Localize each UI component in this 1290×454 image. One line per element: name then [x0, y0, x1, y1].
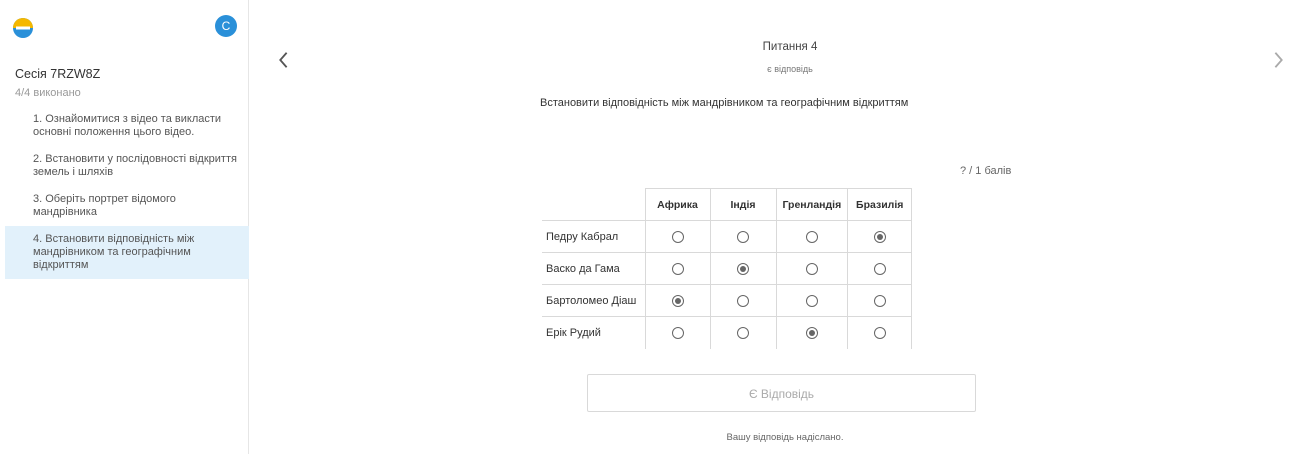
table-row: Педру Кабрал — [542, 220, 913, 253]
app-logo-icon[interactable] — [12, 17, 34, 39]
sidebar: C Сесія 7RZW8Z 4/4 виконано 1. Ознайомит… — [0, 0, 249, 454]
task-list: 1. Ознайомитися з відео та викласти осно… — [5, 106, 249, 279]
radio-button[interactable] — [671, 294, 684, 307]
table-corner — [542, 188, 646, 221]
task-label: 3. Оберіть портрет відомого мандрівника — [33, 193, 176, 218]
column-header: Бразилія — [847, 188, 913, 221]
session-title: Сесія 7RZW8Z — [15, 67, 101, 81]
answer-button[interactable]: Є Відповідь — [587, 374, 976, 412]
table-row: Васко да Гама — [542, 252, 913, 285]
radio-button[interactable] — [737, 294, 749, 307]
task-label: 1. Ознайомитися з відео та викласти осно… — [33, 113, 222, 138]
radio-button[interactable] — [671, 230, 684, 243]
row-label: Бартоломео Діаш — [542, 284, 646, 317]
radio-button[interactable] — [737, 262, 749, 275]
radio-button[interactable] — [873, 262, 886, 275]
score-label: ? / 1 балів — [960, 165, 1012, 177]
chevron-left-icon[interactable] — [276, 50, 290, 70]
column-header: Африка — [644, 188, 711, 221]
table-row: Бартоломео Діаш — [542, 284, 913, 317]
table-row: Ерік Рудий — [542, 316, 913, 349]
radio-button[interactable] — [671, 326, 684, 339]
question-text: Встановити відповідність між мандрівнико… — [540, 97, 909, 109]
radio-button[interactable] — [805, 294, 818, 307]
radio-button[interactable] — [805, 262, 818, 275]
column-header: Індія — [709, 188, 777, 221]
radio-button[interactable] — [805, 326, 818, 339]
radio-button[interactable] — [805, 230, 818, 243]
radio-button[interactable] — [737, 230, 749, 243]
radio-button[interactable] — [873, 326, 886, 339]
session-progress: 4/4 виконано — [15, 87, 81, 99]
task-item-1[interactable]: 1. Ознайомитися з відео та викласти осно… — [5, 106, 249, 146]
radio-button[interactable] — [737, 326, 749, 339]
avatar[interactable]: C — [215, 15, 237, 37]
question-status: є відповідь — [767, 64, 813, 74]
table-header-row: Африка Індія Гренландія Бразилія — [542, 188, 913, 221]
task-label: 4. Встановити відповідність між мандрівн… — [33, 233, 195, 271]
task-item-2[interactable]: 2. Встановити у послідовності відкриття … — [5, 146, 249, 186]
radio-button[interactable] — [671, 262, 684, 275]
task-item-3[interactable]: 3. Оберіть портрет відомого мандрівника — [5, 186, 249, 226]
radio-button[interactable] — [873, 230, 886, 243]
question-title: Питання 4 — [762, 41, 818, 53]
row-label: Педру Кабрал — [542, 220, 646, 253]
row-label: Васко да Гама — [542, 252, 646, 285]
column-header: Гренландія — [775, 188, 849, 221]
submitted-message: Вашу відповідь надіслано. — [726, 432, 844, 443]
row-label: Ерік Рудий — [542, 316, 646, 349]
match-table: Африка Індія Гренландія Бразилія Педру К… — [542, 188, 913, 349]
chevron-right-icon[interactable] — [1272, 50, 1286, 70]
task-label: 2. Встановити у послідовності відкриття … — [33, 153, 237, 178]
task-item-4[interactable]: 4. Встановити відповідність між мандрівн… — [5, 226, 249, 279]
radio-button[interactable] — [873, 294, 886, 307]
